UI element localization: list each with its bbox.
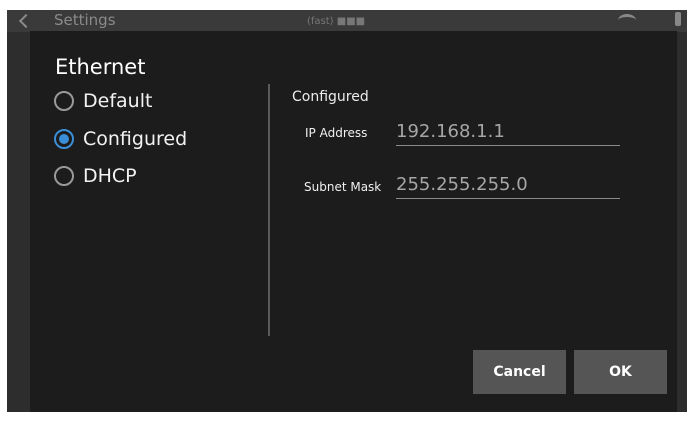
background-title-bar: Settings (fast) ■■■ bbox=[7, 10, 687, 32]
ip-address-label: IP Address bbox=[305, 126, 368, 140]
ip-address-input[interactable]: 192.168.1.1 bbox=[396, 121, 620, 146]
radio-option-dhcp[interactable]: DHCP bbox=[54, 161, 137, 191]
ethernet-dialog: Ethernet Default Configured DHCP Configu… bbox=[30, 31, 677, 412]
dialog-title: Ethernet bbox=[55, 55, 146, 79]
section-label: Configured bbox=[292, 89, 369, 105]
radio-option-configured[interactable]: Configured bbox=[54, 124, 187, 154]
radio-button-icon[interactable] bbox=[54, 91, 74, 111]
vertical-divider bbox=[268, 84, 270, 336]
cancel-button[interactable]: Cancel bbox=[473, 350, 566, 394]
subnet-mask-label: Subnet Mask bbox=[304, 180, 382, 194]
battery-icon bbox=[675, 12, 681, 26]
radio-label-default: Default bbox=[83, 90, 153, 112]
background-status-text: (fast) ■■■ bbox=[307, 16, 366, 27]
device-screen: Settings (fast) ■■■ Ethernet Default Con… bbox=[7, 10, 687, 412]
ok-button[interactable]: OK bbox=[574, 350, 667, 394]
radio-option-default[interactable]: Default bbox=[54, 86, 152, 116]
radio-button-icon[interactable] bbox=[54, 166, 74, 186]
background-title: Settings bbox=[54, 11, 116, 29]
radio-label-configured: Configured bbox=[83, 128, 188, 150]
subnet-mask-input[interactable]: 255.255.255.0 bbox=[396, 174, 620, 199]
radio-button-checked-icon[interactable] bbox=[54, 129, 74, 149]
back-arrow-icon[interactable] bbox=[18, 13, 34, 29]
radio-label-dhcp: DHCP bbox=[83, 165, 137, 187]
signal-icon bbox=[618, 14, 636, 27]
